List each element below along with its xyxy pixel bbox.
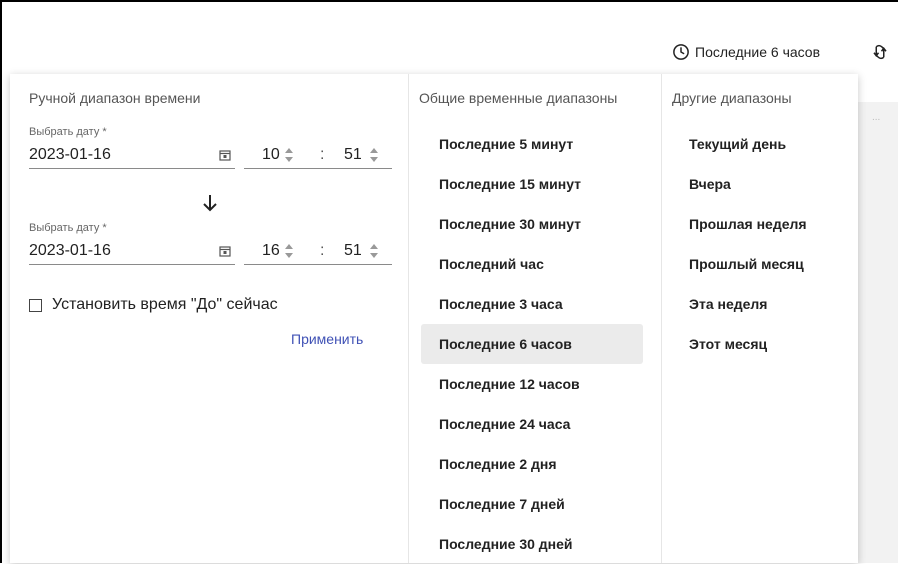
minute-spinner-icon[interactable] — [369, 146, 379, 164]
range-item[interactable]: Последние 12 часов — [421, 364, 643, 404]
manual-range-title: Ручной диапазон времени — [29, 90, 201, 106]
from-date-value: 2023-01-16 — [29, 146, 111, 163]
from-hour-value[interactable]: 10 — [262, 146, 280, 164]
arrow-down-icon — [203, 195, 217, 212]
to-date-label: Выбрать дату * — [29, 222, 107, 234]
range-item[interactable]: Последние 30 минут — [421, 204, 643, 244]
range-item[interactable]: Последние 5 минут — [421, 124, 643, 164]
common-ranges-column: Общие временные диапазоны Последние 5 ми… — [408, 74, 662, 563]
refresh-icon — [873, 44, 887, 60]
to-minute-value[interactable]: 51 — [344, 242, 362, 260]
time-separator: : — [320, 242, 325, 259]
range-item[interactable]: Последние 15 минут — [421, 164, 643, 204]
to-hour-value[interactable]: 16 — [262, 242, 280, 260]
calendar-icon[interactable] — [219, 149, 231, 161]
range-item[interactable]: Последние 7 дней — [421, 484, 643, 524]
range-item[interactable]: Последние 24 часа — [421, 404, 643, 444]
to-date-value: 2023-01-16 — [29, 242, 111, 259]
time-range-button[interactable]: Последние 6 часов — [672, 40, 820, 64]
other-range-item[interactable]: Прошлая неделя — [674, 204, 854, 244]
manual-range-column: Ручной диапазон времени Выбрать дату * 2… — [10, 74, 408, 563]
set-now-checkbox-row[interactable]: Установить время "До" сейчас — [29, 296, 278, 314]
range-item[interactable]: Последний час — [421, 244, 643, 284]
time-range-label: Последние 6 часов — [695, 44, 821, 60]
set-now-checkbox[interactable] — [29, 298, 42, 312]
clock-icon — [673, 44, 689, 60]
other-ranges-title: Другие диапазоны — [672, 90, 792, 106]
other-range-item[interactable]: Прошлый месяц — [674, 244, 854, 284]
background-content — [858, 102, 898, 563]
common-ranges-title: Общие временные диапазоны — [419, 90, 618, 106]
range-item-selected[interactable]: Последние 6 часов — [421, 324, 643, 364]
other-ranges-list: Текущий день Вчера Прошлая неделя Прошлы… — [674, 124, 854, 364]
from-minute-value[interactable]: 51 — [344, 146, 362, 164]
from-date-field[interactable]: 2023-01-16 — [29, 142, 235, 169]
other-ranges-column: Другие диапазоны Текущий день Вчера Прош… — [661, 74, 859, 563]
minute-spinner-icon[interactable] — [369, 242, 379, 260]
other-range-item[interactable]: Вчера — [674, 164, 854, 204]
range-item[interactable]: Последние 3 часа — [421, 284, 643, 324]
common-ranges-list: Последние 5 минут Последние 15 минут Пос… — [421, 124, 643, 564]
hour-spinner-icon[interactable] — [284, 146, 294, 164]
range-item[interactable]: Последние 2 дня — [421, 444, 643, 484]
refresh-button[interactable] — [868, 40, 892, 64]
from-time-field[interactable]: 10 : 51 — [244, 142, 392, 169]
calendar-icon[interactable] — [219, 245, 231, 257]
to-date-field[interactable]: 2023-01-16 — [29, 238, 235, 265]
time-separator: : — [320, 146, 325, 163]
hour-spinner-icon[interactable] — [284, 242, 294, 260]
to-time-field[interactable]: 16 : 51 — [244, 238, 392, 265]
from-date-label: Выбрать дату * — [29, 126, 107, 138]
time-range-dropdown: Ручной диапазон времени Выбрать дату * 2… — [10, 74, 858, 563]
range-item[interactable]: Последние 30 дней — [421, 524, 643, 564]
other-range-item[interactable]: Этот месяц — [674, 324, 854, 364]
apply-button[interactable]: Применить — [291, 331, 363, 347]
set-now-label: Установить время "До" сейчас — [52, 296, 278, 313]
more-dots: ... — [872, 112, 881, 123]
other-range-item[interactable]: Эта неделя — [674, 284, 854, 324]
other-range-item[interactable]: Текущий день — [674, 124, 854, 164]
